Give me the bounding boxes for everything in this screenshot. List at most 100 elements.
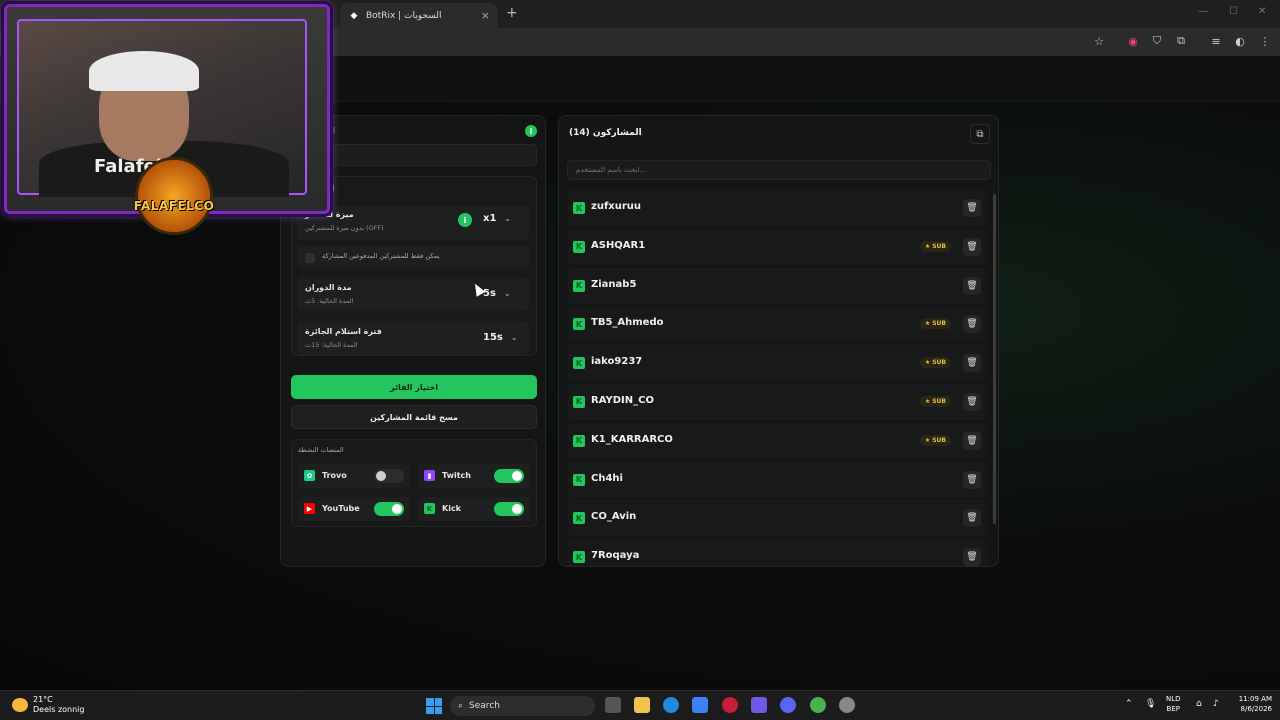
participant-name: Zianab5 [591, 278, 637, 290]
taskbar-search[interactable]: ⌕ Search [450, 696, 595, 716]
kick-icon: K [573, 240, 585, 253]
clock[interactable]: 11:09 AM 8/6/2026 [1228, 694, 1272, 714]
weather-sun-icon[interactable] [12, 698, 28, 712]
list-item: K TB5_Ahmedo ★ SUB 🗑 [567, 306, 987, 343]
trash-icon[interactable]: 🗑 [963, 237, 981, 256]
claim-period-dropdown[interactable]: 15s ⌄ [483, 332, 518, 343]
trash-icon[interactable]: 🗑 [963, 548, 981, 566]
participant-search-input[interactable] [567, 160, 991, 180]
info-icon[interactable]: i [525, 125, 537, 137]
list-item: K iako9237 ★ SUB 🗑 [567, 345, 987, 382]
trovo-toggle[interactable] [374, 469, 404, 483]
discord-icon[interactable] [780, 697, 796, 713]
minimize-button[interactable]: — [1198, 6, 1208, 17]
tab-close-icon[interactable]: × [481, 9, 490, 22]
trash-icon[interactable]: 🗑 [963, 392, 981, 411]
claim-period-title: فترة استلام الجائزة [305, 327, 382, 336]
extensions-puzzle-icon[interactable]: ⧉ [1174, 34, 1188, 48]
opera-icon[interactable] [722, 697, 738, 713]
network-icon[interactable]: ⌂ [1196, 699, 1202, 709]
volume-icon[interactable]: ♪ [1213, 699, 1219, 709]
pick-winner-button[interactable]: اختيار الفائز [291, 375, 537, 399]
star-icon: ★ [924, 436, 931, 444]
browser-tab[interactable]: ◆ BotRix | السحوبات × [340, 3, 498, 28]
chrome-icon[interactable] [810, 697, 826, 713]
list-item: K Zianab5 🗑 [567, 267, 987, 304]
botrix-favicon-icon: ◆ [350, 10, 358, 21]
kick-icon: K [573, 551, 585, 564]
file-explorer-icon[interactable] [634, 697, 650, 713]
chevron-down-icon: ⌄ [503, 289, 511, 298]
copy-icon[interactable]: ⧉ [970, 124, 990, 144]
youtube-icon: ▶ [304, 503, 315, 514]
profile-icon[interactable]: ◐ [1233, 34, 1247, 48]
trash-icon[interactable]: 🗑 [963, 509, 981, 528]
list-item: K K1_KARRARCO ★ SUB 🗑 [567, 422, 987, 459]
star-icon: ★ [924, 242, 931, 250]
bookmark-star-icon[interactable]: ☆ [1092, 34, 1106, 48]
participant-name: K1_KARRARCO [591, 433, 673, 445]
spin-duration-dropdown[interactable]: 5s ⌄ [483, 288, 511, 299]
extension-record-icon[interactable]: ◉ [1126, 34, 1140, 48]
trash-icon[interactable]: 🗑 [963, 199, 981, 217]
sub-badge: ★ SUB [919, 395, 951, 407]
participant-name: TB5_Ahmedo [591, 317, 664, 329]
trash-icon[interactable]: 🗑 [963, 354, 981, 373]
close-window-button[interactable]: ✕ [1258, 6, 1266, 17]
multiplier-info-icon[interactable]: i [458, 213, 472, 227]
kick-icon: K [573, 318, 585, 331]
participants-title: المشاركون (14) [569, 128, 642, 138]
browser-menu-icon[interactable]: ⋮ [1258, 34, 1272, 48]
trash-icon[interactable]: 🗑 [963, 431, 981, 450]
obs-icon[interactable] [839, 697, 855, 713]
platform-youtube: ▶ YouTube [298, 497, 410, 521]
shield-extension-icon[interactable]: ⛉ [1150, 34, 1164, 48]
multiplier-dropdown[interactable]: x1 ⌄ [483, 213, 511, 224]
kick-toggle[interactable] [494, 502, 524, 516]
microphone-icon[interactable]: 🎙 [1145, 699, 1156, 709]
store-icon[interactable] [692, 697, 708, 713]
kick-icon: K [573, 395, 585, 408]
participant-name: iako9237 [591, 356, 643, 368]
star-icon: ★ [924, 397, 931, 405]
list-item: K ASHQAR1 ★ SUB 🗑 [567, 228, 987, 265]
platform-trovo: ✿ Trovo [298, 464, 410, 488]
sub-badge: ★ SUB [919, 434, 951, 446]
weather-widget[interactable]: 21°C Deels zonnig [33, 695, 84, 715]
task-view-icon[interactable] [605, 697, 621, 713]
language-indicator[interactable]: NLD BEP [1166, 694, 1181, 714]
trash-icon[interactable]: 🗑 [963, 315, 981, 334]
kick-icon: K [573, 202, 585, 214]
new-tab-button[interactable]: + [506, 5, 518, 21]
kick-icon: K [573, 279, 585, 292]
paid-only-checkbox[interactable] [305, 253, 315, 263]
tray-overflow-icon[interactable]: ⌃ [1125, 699, 1133, 709]
youtube-toggle[interactable] [374, 502, 404, 516]
app-icon[interactable] [751, 697, 767, 713]
edge-icon[interactable] [663, 697, 679, 713]
kick-icon: K [424, 503, 435, 514]
multiplier-subtitle: بدون ميزة للمشتركين (OFF) [305, 224, 384, 232]
paid-only-row: يمكن فقط للمشتركين المدفوعين المشاركة [297, 246, 529, 268]
platforms-title: المنصات النشطة [298, 446, 344, 454]
windows-taskbar: 21°C Deels zonnig ⌕ Search ⌃ 🎙 NLD BEP ⌂… [0, 690, 1280, 720]
list-item: K 7Roqaya 🗑 [567, 539, 987, 566]
participants-panel: المشاركون (14) ⧉ K zufxuruu 🗑 K ASHQAR1 … [558, 115, 999, 567]
clear-participants-button[interactable]: مسح قائمة المشاركين [291, 405, 537, 429]
trash-icon[interactable]: 🗑 [963, 470, 981, 489]
kick-icon: K [573, 357, 585, 370]
platform-name: Kick [442, 504, 462, 513]
maximize-button[interactable]: ☐ [1229, 6, 1238, 17]
windows-start-icon[interactable] [426, 698, 442, 714]
tab-title: BotRix | السحوبات [366, 10, 442, 21]
search-icon: ⌕ [458, 701, 464, 711]
claim-period-value: 15s [483, 332, 503, 343]
kick-icon: K [573, 512, 585, 525]
trash-icon[interactable]: 🗑 [963, 276, 981, 295]
media-controls-icon[interactable]: ≡ [1209, 34, 1223, 48]
twitch-toggle[interactable] [494, 469, 524, 483]
sub-badge: ★ SUB [919, 240, 951, 252]
list-item: K Ch4hi 🗑 [567, 461, 987, 498]
platform-twitch: ▮ Twitch [418, 464, 530, 488]
participant-list-scrollbar[interactable] [993, 194, 996, 524]
